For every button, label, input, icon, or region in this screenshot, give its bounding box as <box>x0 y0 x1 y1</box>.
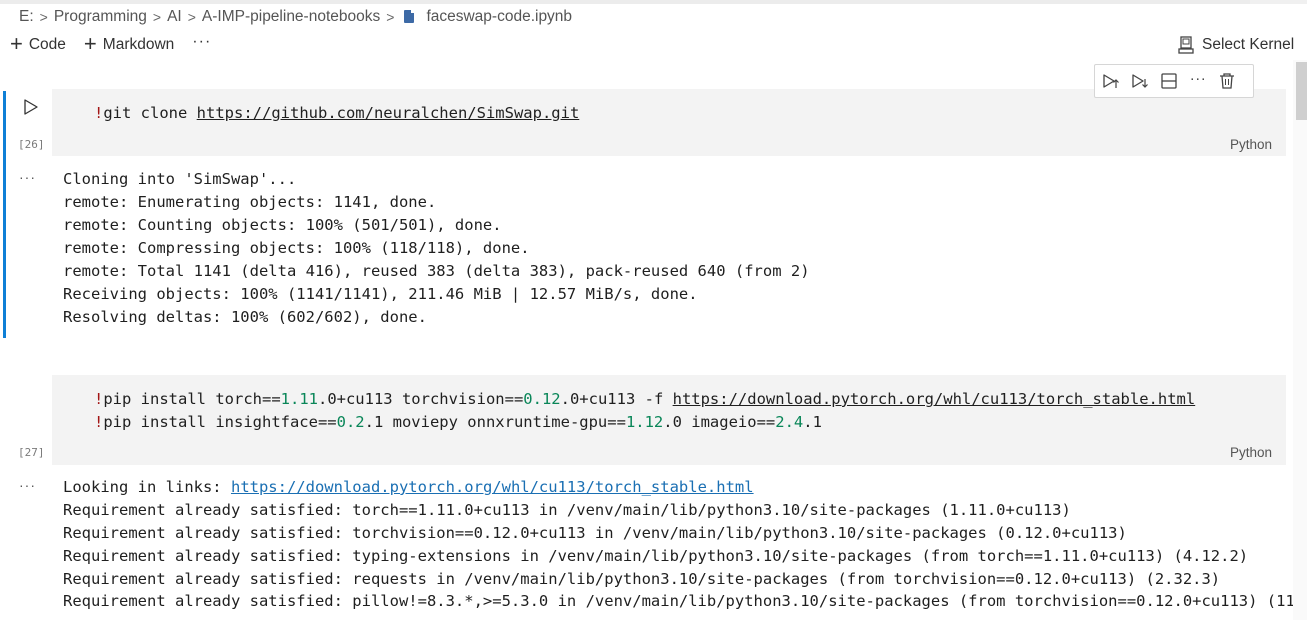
code-cell[interactable]: !pip install torch==1.11.0+cu113 torchvi… <box>52 375 1286 465</box>
code-cell[interactable]: !git clone https://github.com/neuralchen… <box>52 89 1286 156</box>
output-line: Requirement already satisfied: requests … <box>63 570 1221 588</box>
output-line: Cloning into 'SimSwap'... <box>63 170 297 188</box>
output-link[interactable]: https://download.pytorch.org/whl/cu113/t… <box>231 478 754 496</box>
breadcrumb-item-folder[interactable]: A-IMP-pipeline-notebooks <box>202 8 380 26</box>
code-line: !git clone https://github.com/neuralchen… <box>94 104 580 122</box>
select-kernel-label: Select Kernel <box>1202 36 1295 53</box>
output-line: remote: Total 1141 (delta 416), reused 3… <box>63 262 810 280</box>
code-line: !pip install torch==1.11.0+cu113 torchvi… <box>94 390 1196 408</box>
execute-below-icon[interactable] <box>1130 71 1150 91</box>
cell-language-label[interactable]: Python <box>1230 445 1272 460</box>
output-line: remote: Counting objects: 100% (501/501)… <box>63 216 502 234</box>
output-line: remote: Enumerating objects: 1141, done. <box>63 193 437 211</box>
execution-count: [27] <box>18 446 45 459</box>
output-line: Resolving deltas: 100% (602/602), done. <box>63 308 427 326</box>
top-strip <box>0 0 1307 4</box>
tab-strip <box>0 0 1250 4</box>
add-code-cell-button[interactable]: + Code <box>10 31 66 56</box>
chevron-right-icon: > <box>187 9 196 25</box>
notebook-toolbar: + Code + Markdown ··· <box>10 31 211 56</box>
output-line: remote: Compressing objects: 100% (118/1… <box>63 239 530 257</box>
output-line: Requirement already satisfied: torchvisi… <box>63 524 1127 542</box>
breadcrumb-item-programming[interactable]: Programming <box>54 8 147 26</box>
code-line: !pip install insightface==0.2.1 moviepy … <box>94 413 822 431</box>
chevron-right-icon: > <box>386 9 395 25</box>
add-markdown-label: Markdown <box>102 36 175 53</box>
cell-focus-indicator <box>3 91 6 338</box>
output-line: Requirement already satisfied: torch==1.… <box>63 501 1071 519</box>
execute-above-icon[interactable] <box>1101 71 1121 91</box>
breadcrumb: E: > Programming > AI > A-IMP-pipeline-n… <box>19 6 572 28</box>
output-line: Requirement already satisfied: pillow!=8… <box>63 592 1293 610</box>
notebook-file-icon <box>404 9 415 23</box>
kernel-icon <box>1178 36 1194 54</box>
plus-icon: + <box>83 31 97 56</box>
more-actions-button[interactable]: ··· <box>192 33 211 51</box>
delete-icon[interactable] <box>1217 71 1237 91</box>
run-cell-icon[interactable] <box>22 98 40 116</box>
plus-icon: + <box>10 31 23 56</box>
output-more-button[interactable]: ··· <box>19 169 36 185</box>
breadcrumb-item-file[interactable]: faceswap-code.ipynb <box>426 8 572 26</box>
cell-toolbar: ··· <box>1094 64 1254 98</box>
cell-language-label[interactable]: Python <box>1230 137 1272 152</box>
select-kernel-button[interactable]: Select Kernel <box>1178 34 1294 56</box>
code-url: https://download.pytorch.org/whl/cu113/t… <box>672 390 1196 408</box>
output-more-button[interactable]: ··· <box>19 477 36 493</box>
output-line: Receiving objects: 100% (1141/1141), 211… <box>63 285 698 303</box>
more-icon[interactable]: ··· <box>1188 70 1208 91</box>
split-cell-icon[interactable] <box>1159 71 1179 91</box>
add-markdown-cell-button[interactable]: + Markdown <box>83 31 175 56</box>
output-line: Requirement already satisfied: typing-ex… <box>63 547 1249 565</box>
chevron-right-icon: > <box>152 9 162 25</box>
breadcrumb-item-ai[interactable]: AI <box>167 8 182 26</box>
scrollbar-track[interactable] <box>1293 60 1307 620</box>
code-url: https://github.com/neuralchen/SimSwap.gi… <box>196 104 580 122</box>
execution-count: [26] <box>18 138 45 151</box>
add-code-label: Code <box>28 36 66 53</box>
breadcrumb-item-drive[interactable]: E: <box>19 8 34 26</box>
chevron-right-icon: > <box>39 9 48 25</box>
scrollbar-thumb[interactable] <box>1296 62 1307 120</box>
output-line: Looking in links: https://download.pytor… <box>63 478 754 496</box>
